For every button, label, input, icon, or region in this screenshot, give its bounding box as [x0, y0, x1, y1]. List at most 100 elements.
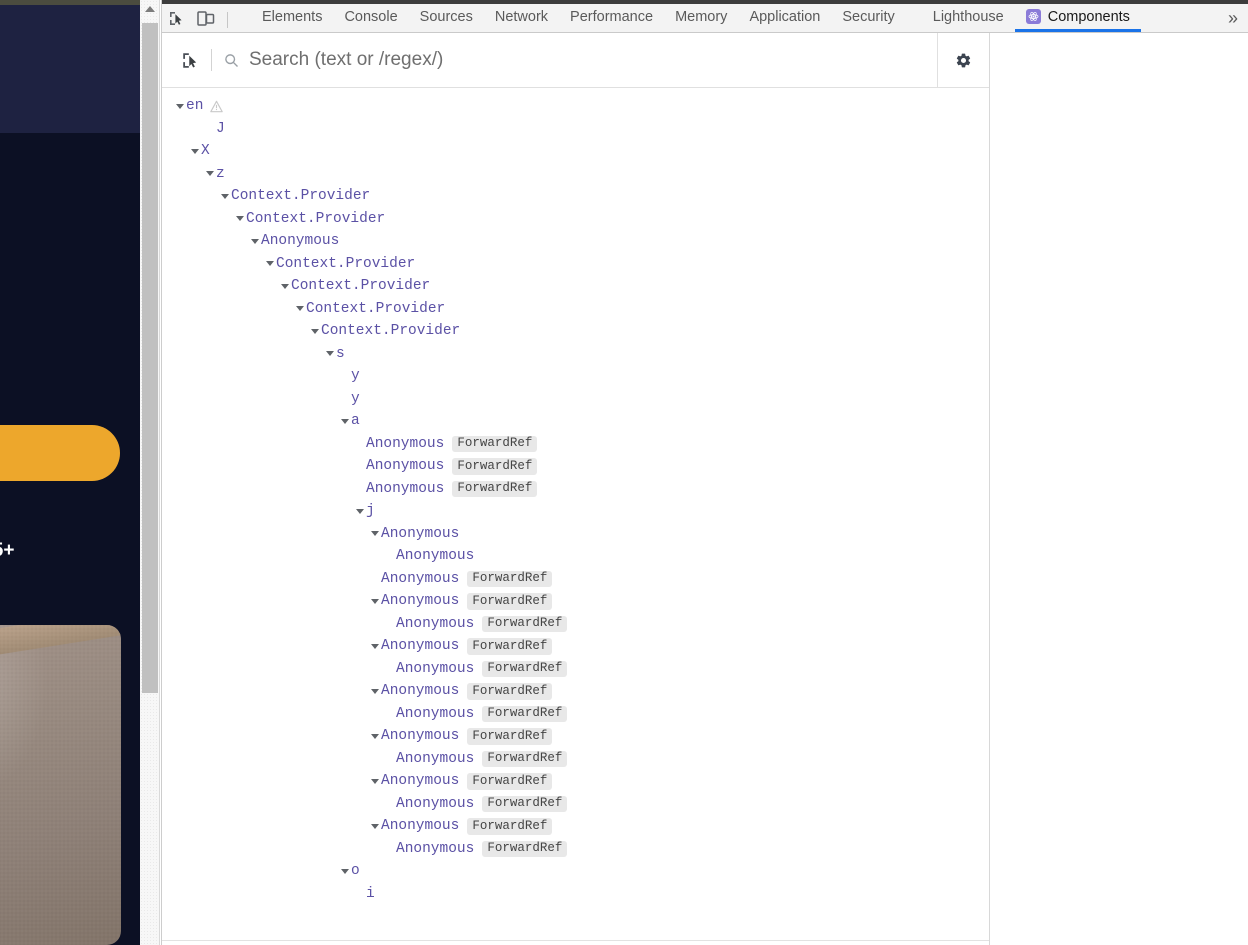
more-tabs-icon[interactable]: »	[1218, 0, 1248, 32]
hero-photo-highlight	[0, 625, 121, 655]
page-scrollbar[interactable]	[140, 0, 160, 945]
tab-lighthouse[interactable]: Lighthouse	[922, 0, 1015, 32]
tree-row[interactable]: j	[162, 500, 989, 523]
tab-elements[interactable]: Elements	[251, 0, 333, 32]
tab-console-label: Console	[344, 9, 397, 25]
select-element-icon[interactable]	[173, 43, 207, 77]
chevron-down-icon[interactable]	[338, 860, 351, 883]
tree-row[interactable]: o	[162, 860, 989, 883]
tree-node-label: s	[336, 346, 345, 362]
chevron-down-icon[interactable]	[218, 185, 231, 208]
tab-network[interactable]: Network	[484, 0, 559, 32]
tree-row[interactable]: AnonymousForwardRef	[162, 680, 989, 703]
tree-node-label: Anonymous	[381, 773, 459, 789]
chevron-down-icon[interactable]	[263, 253, 276, 276]
tree-row[interactable]: AnonymousForwardRef	[162, 613, 989, 636]
chevron-down-icon[interactable]	[368, 815, 381, 838]
chevron-down-icon[interactable]	[368, 770, 381, 793]
tree-row[interactable]: X	[162, 140, 989, 163]
tab-application[interactable]: Application	[738, 0, 831, 32]
chevron-down-icon[interactable]	[368, 725, 381, 748]
tree-row[interactable]: Context.Provider	[162, 208, 989, 231]
gear-icon[interactable]	[937, 33, 989, 87]
tab-console[interactable]: Console	[333, 0, 408, 32]
chevron-down-icon[interactable]	[233, 208, 246, 231]
chevron-down-icon[interactable]	[338, 410, 351, 433]
tree-row[interactable]: y	[162, 388, 989, 411]
tree-node-label: Anonymous	[396, 706, 474, 722]
chevron-down-icon[interactable]	[203, 163, 216, 186]
chevron-down-icon[interactable]	[368, 680, 381, 703]
tree-node-label: Anonymous	[381, 526, 459, 542]
chevron-down-icon[interactable]	[368, 635, 381, 658]
tree-row[interactable]: AnonymousForwardRef	[162, 658, 989, 681]
tree-node-label: z	[216, 166, 225, 182]
scroll-up-arrow-icon[interactable]	[140, 0, 159, 17]
tree-row[interactable]: Context.Provider	[162, 185, 989, 208]
tree-row[interactable]: Anonymous	[162, 545, 989, 568]
tree-row[interactable]: Context.Provider	[162, 298, 989, 321]
component-tree[interactable]: enJXzContext.ProviderContext.ProviderAno…	[162, 88, 989, 945]
tree-row[interactable]: a	[162, 410, 989, 433]
tree-row[interactable]: AnonymousForwardRef	[162, 793, 989, 816]
hero-cta-button[interactable]	[0, 425, 120, 481]
chevron-down-icon[interactable]	[188, 140, 201, 163]
component-type-badge: ForwardRef	[452, 481, 537, 498]
tree-row[interactable]: AnonymousForwardRef	[162, 455, 989, 478]
tab-application-label: Application	[749, 9, 820, 25]
tree-row[interactable]: AnonymousForwardRef	[162, 725, 989, 748]
tab-components-label: Components	[1048, 9, 1130, 25]
tree-row[interactable]: AnonymousForwardRef	[162, 748, 989, 771]
chevron-down-icon[interactable]	[278, 275, 291, 298]
tree-row[interactable]: z	[162, 163, 989, 186]
search-input[interactable]	[249, 33, 937, 87]
chevron-down-icon[interactable]	[353, 500, 366, 523]
tree-node-label: Context.Provider	[291, 278, 430, 294]
tree-row[interactable]: Context.Provider	[162, 320, 989, 343]
tab-sources[interactable]: Sources	[409, 0, 484, 32]
tab-performance[interactable]: Performance	[559, 0, 664, 32]
inspect-element-icon[interactable]	[162, 0, 191, 33]
tree-row[interactable]: AnonymousForwardRef	[162, 590, 989, 613]
tree-row[interactable]: AnonymousForwardRef	[162, 838, 989, 861]
chevron-down-icon[interactable]	[173, 95, 186, 118]
device-toolbar-icon[interactable]	[191, 0, 220, 33]
component-type-badge: ForwardRef	[467, 638, 552, 655]
toolbar-divider	[227, 12, 228, 28]
tabbar-spacer-2	[906, 0, 922, 32]
tree-row[interactable]: i	[162, 883, 989, 906]
tree-row[interactable]: AnonymousForwardRef	[162, 703, 989, 726]
tree-row[interactable]: AnonymousForwardRef	[162, 815, 989, 838]
tree-row[interactable]: AnonymousForwardRef	[162, 635, 989, 658]
tab-memory[interactable]: Memory	[664, 0, 738, 32]
component-type-badge: ForwardRef	[467, 593, 552, 610]
tree-row[interactable]: Context.Provider	[162, 253, 989, 276]
tree-row[interactable]: Anonymous	[162, 523, 989, 546]
tree-row[interactable]: AnonymousForwardRef	[162, 568, 989, 591]
component-type-badge: ForwardRef	[467, 773, 552, 790]
tree-row[interactable]: y	[162, 365, 989, 388]
chevron-down-icon[interactable]	[368, 590, 381, 613]
tree-row[interactable]: Anonymous	[162, 230, 989, 253]
tree-row[interactable]: Anonymous ForwardRef	[162, 770, 989, 793]
tree-node-label: j	[366, 503, 375, 519]
chevron-down-icon[interactable]	[248, 230, 261, 253]
tree-row[interactable]: Context.Provider	[162, 275, 989, 298]
scrollbar-thumb[interactable]	[142, 23, 158, 693]
tree-row[interactable]: AnonymousForwardRef	[162, 433, 989, 456]
search-field-wrapper[interactable]	[220, 33, 937, 87]
tree-row[interactable]: en	[162, 95, 989, 118]
tab-security[interactable]: Security	[831, 0, 905, 32]
tab-components[interactable]: Components	[1015, 0, 1141, 32]
tree-node-label: Anonymous	[366, 436, 444, 452]
component-details-pane	[990, 33, 1248, 945]
tree-row[interactable]: J	[162, 118, 989, 141]
tree-row[interactable]: AnonymousForwardRef	[162, 478, 989, 501]
chevron-down-icon[interactable]	[323, 343, 336, 366]
chevron-down-icon[interactable]	[293, 298, 306, 321]
chevron-down-icon[interactable]	[308, 320, 321, 343]
tree-row[interactable]: s	[162, 343, 989, 366]
tree-node-label: Anonymous	[396, 751, 474, 767]
components-toolbar	[162, 33, 989, 88]
chevron-down-icon[interactable]	[368, 523, 381, 546]
